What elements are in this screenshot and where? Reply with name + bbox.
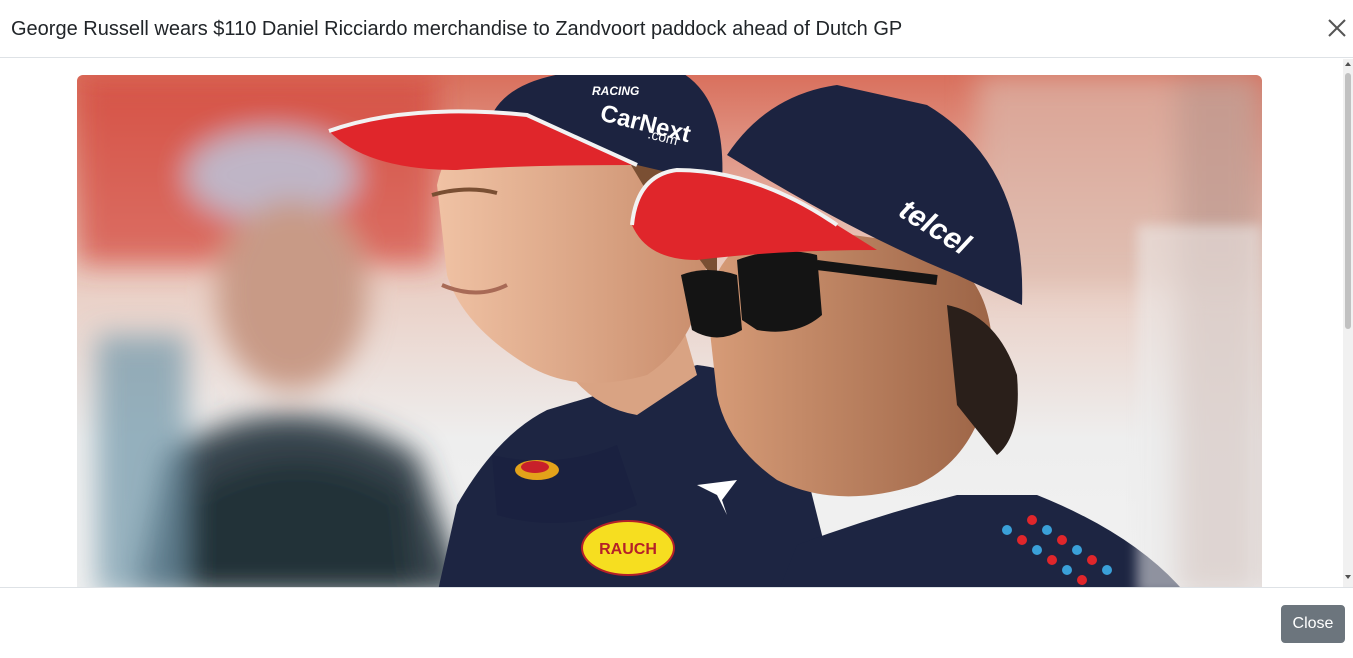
drivers-photo-illustration: RAUCH RACING CarNext .com telcel [77, 75, 1262, 587]
scroll-up-arrow-icon[interactable] [1345, 62, 1351, 66]
svg-text:RAUCH: RAUCH [599, 541, 657, 558]
modal-title: George Russell wears $110 Daniel Ricciar… [11, 18, 903, 40]
close-button[interactable]: Close [1281, 605, 1345, 643]
scroll-thumb[interactable] [1345, 73, 1351, 329]
scroll-down-arrow-icon[interactable] [1345, 575, 1351, 579]
article-modal: George Russell wears $110 Daniel Ricciar… [0, 0, 1353, 658]
red-bull-logo [515, 460, 559, 480]
article-photo: RAUCH RACING CarNext .com telcel [77, 75, 1262, 587]
modal-footer: Close [0, 587, 1353, 658]
svg-text:RACING: RACING [592, 84, 639, 98]
modal-body: RAUCH RACING CarNext .com telcel [0, 59, 1353, 587]
close-icon[interactable] [1323, 14, 1351, 42]
modal-scrollbar[interactable] [1343, 59, 1353, 587]
modal-header: George Russell wears $110 Daniel Ricciar… [0, 0, 1353, 58]
sponsor-patch-rauch: RAUCH [581, 520, 675, 576]
